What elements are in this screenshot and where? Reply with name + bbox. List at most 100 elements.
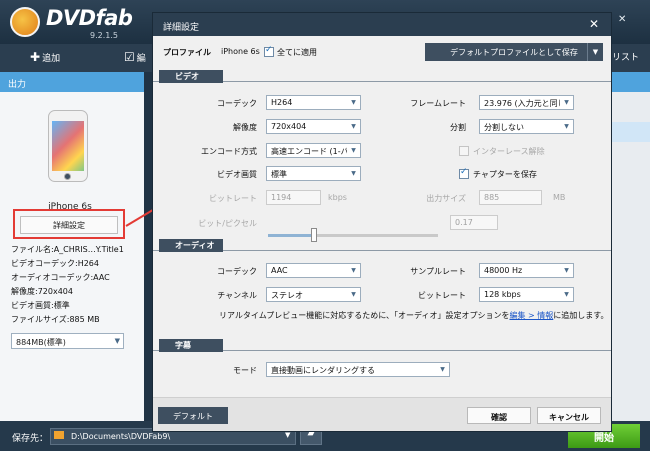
chevron-down-icon: ▼	[560, 96, 573, 109]
edit-button[interactable]: ☑ 編	[124, 50, 146, 64]
folder-icon	[54, 431, 64, 439]
output-header: 出力	[0, 72, 144, 92]
path-dropdown-icon[interactable]: ▼	[285, 431, 290, 439]
audio-section-header: オーディオ	[153, 239, 611, 252]
default-button[interactable]: デフォルト	[158, 407, 228, 424]
audio-bitrate-value: 128 kbps	[484, 290, 521, 299]
dvdfab-logo-icon	[10, 7, 40, 37]
task-list-strip	[610, 72, 650, 421]
audio-codec-label: コーデック	[217, 267, 257, 276]
encode-method-value: 高速エンコード (1-パ	[271, 147, 349, 156]
split-label: 分割	[450, 123, 466, 132]
bitrate-unit: kbps	[328, 193, 347, 202]
add-label: 追加	[42, 54, 61, 64]
app-version: 9.2.1.5	[90, 31, 118, 40]
edit-icon: ☑	[124, 50, 135, 64]
split-value: 分割しない	[484, 123, 524, 132]
bpp-slider-fill	[268, 234, 314, 237]
bits-per-pixel-label: ビット/ピクセル	[198, 219, 257, 228]
bitrate-label: ビットレート	[209, 194, 257, 203]
chevron-down-icon: ▼	[347, 144, 360, 157]
apply-all-label: 全てに適用	[277, 48, 317, 57]
bitrate-input[interactable]: 1194	[266, 190, 321, 205]
audio-bitrate-select[interactable]: 128 kbps ▼	[479, 287, 574, 302]
video-section-header: ビデオ	[153, 70, 611, 83]
audio-preview-note: リアルタイムプレビュー機能に対応するために、「オーディオ」設定オプションを編集 …	[219, 310, 609, 322]
chevron-down-icon: ▼	[114, 337, 120, 345]
dialog-footer: デフォルト 確認 キャンセル	[153, 397, 611, 431]
video-codec-value: H264	[271, 98, 293, 107]
deinterlace-checkbox[interactable]	[459, 146, 469, 156]
profile-row: プロファイル iPhone 6s 全てに適用 デフォルトプロファイルとして保存 …	[153, 40, 611, 64]
info-resolution: 解像度:720x404	[11, 287, 73, 296]
channel-select[interactable]: ステレオ ▼	[266, 287, 361, 302]
chevron-down-icon: ▼	[560, 288, 573, 301]
plus-icon: ✚	[30, 50, 41, 64]
samplerate-value: 48000 Hz	[484, 266, 523, 275]
output-panel: 出力 iPhone 6s 詳細設定 ファイル名:A_CHRIS…Y.Title1…	[0, 72, 144, 421]
audio-codec-select[interactable]: AAC ▼	[266, 263, 361, 278]
encode-method-select[interactable]: 高速エンコード (1-パ ▼	[266, 143, 361, 158]
edit-label: 編	[136, 54, 146, 64]
edit-info-link[interactable]: 編集 > 情報	[509, 311, 553, 320]
subtitle-section-tab: 字幕	[159, 339, 223, 352]
audio-note-text-2: に追加します。	[553, 311, 609, 320]
subtitle-section-header: 字幕	[153, 339, 611, 352]
chevron-down-icon: ▼	[347, 264, 360, 277]
bpp-value-input[interactable]: 0.17	[450, 215, 498, 230]
audio-note-text-1: リアルタイムプレビュー機能に対応するために、「オーディオ」設定オプションを	[219, 311, 510, 320]
chevron-down-icon: ▼	[347, 120, 360, 133]
ok-button[interactable]: 確認	[467, 407, 531, 424]
audio-section-tab: オーディオ	[159, 239, 223, 252]
chevron-down-icon: ▼	[560, 120, 573, 133]
output-size-input[interactable]: 885	[479, 190, 542, 205]
info-quality: ビデオ画質:標準	[11, 301, 70, 310]
profile-label: プロファイル	[163, 48, 211, 57]
output-size-select[interactable]: 884MB(標準) ▼	[11, 333, 124, 349]
save-to-label: 保存先：	[12, 434, 49, 444]
save-default-profile-button[interactable]: デフォルトプロファイルとして保存 ▼	[425, 43, 603, 61]
split-select[interactable]: 分割しない ▼	[479, 119, 574, 134]
close-window-icon[interactable]: ✕	[618, 14, 626, 25]
resolution-select[interactable]: 720x404 ▼	[266, 119, 361, 134]
resolution-value: 720x404	[271, 122, 307, 131]
list-button[interactable]: リスト	[612, 50, 639, 63]
output-size-unit: MB	[553, 193, 566, 202]
save-default-profile-label: デフォルトプロファイルとして保存	[450, 48, 578, 57]
encode-method-label: エンコード方式	[201, 147, 257, 156]
advanced-settings-dialog: 詳細設定 ✕ プロファイル iPhone 6s 全てに適用 デフォルトプロファイ…	[152, 12, 612, 432]
iphone-device-icon	[48, 110, 88, 182]
add-button[interactable]: ✚ 追加	[30, 50, 60, 64]
chevron-down-icon: ▼	[560, 264, 573, 277]
info-audio-codec: オーディオコーデック:AAC	[11, 273, 110, 282]
chevron-down-icon: ▼	[436, 363, 449, 376]
deinterlace-label: インターレース解除	[473, 147, 545, 156]
save-chapters-label: チャプターを保存	[473, 170, 537, 179]
apply-all-checkbox[interactable]	[264, 45, 274, 57]
app-logo-text: DVDfab	[46, 6, 133, 30]
audio-bitrate-label: ビットレート	[418, 291, 466, 300]
info-video-codec: ビデオコーデック:H264	[11, 259, 99, 268]
profile-value: iPhone 6s	[221, 47, 260, 56]
framerate-value: 23.976 (入力元と同じ	[484, 99, 566, 108]
video-quality-value: 標準	[271, 170, 287, 179]
chevron-down-icon[interactable]: ▼	[587, 43, 603, 61]
subtitle-mode-value: 直接動画にレンダリングする	[271, 366, 375, 375]
output-size-label: 出力サイズ	[426, 194, 466, 203]
chevron-down-icon: ▼	[347, 288, 360, 301]
subtitle-mode-select[interactable]: 直接動画にレンダリングする ▼	[266, 362, 450, 377]
framerate-label: フレームレート	[410, 99, 466, 108]
video-codec-select[interactable]: H264 ▼	[266, 95, 361, 110]
framerate-select[interactable]: 23.976 (入力元と同じ ▼	[479, 95, 574, 110]
cancel-button[interactable]: キャンセル	[537, 407, 601, 424]
save-chapters-checkbox[interactable]	[459, 167, 469, 179]
video-section-tab: ビデオ	[159, 70, 223, 83]
info-filename: ファイル名:A_CHRIS…Y.Title1	[11, 245, 124, 254]
video-codec-label: コーデック	[217, 99, 257, 108]
video-quality-select[interactable]: 標準 ▼	[266, 166, 361, 181]
channel-value: ステレオ	[271, 291, 303, 300]
dialog-close-icon[interactable]: ✕	[589, 17, 599, 31]
samplerate-select[interactable]: 48000 Hz ▼	[479, 263, 574, 278]
chevron-down-icon: ▼	[347, 167, 360, 180]
samplerate-label: サンプルレート	[410, 267, 466, 276]
